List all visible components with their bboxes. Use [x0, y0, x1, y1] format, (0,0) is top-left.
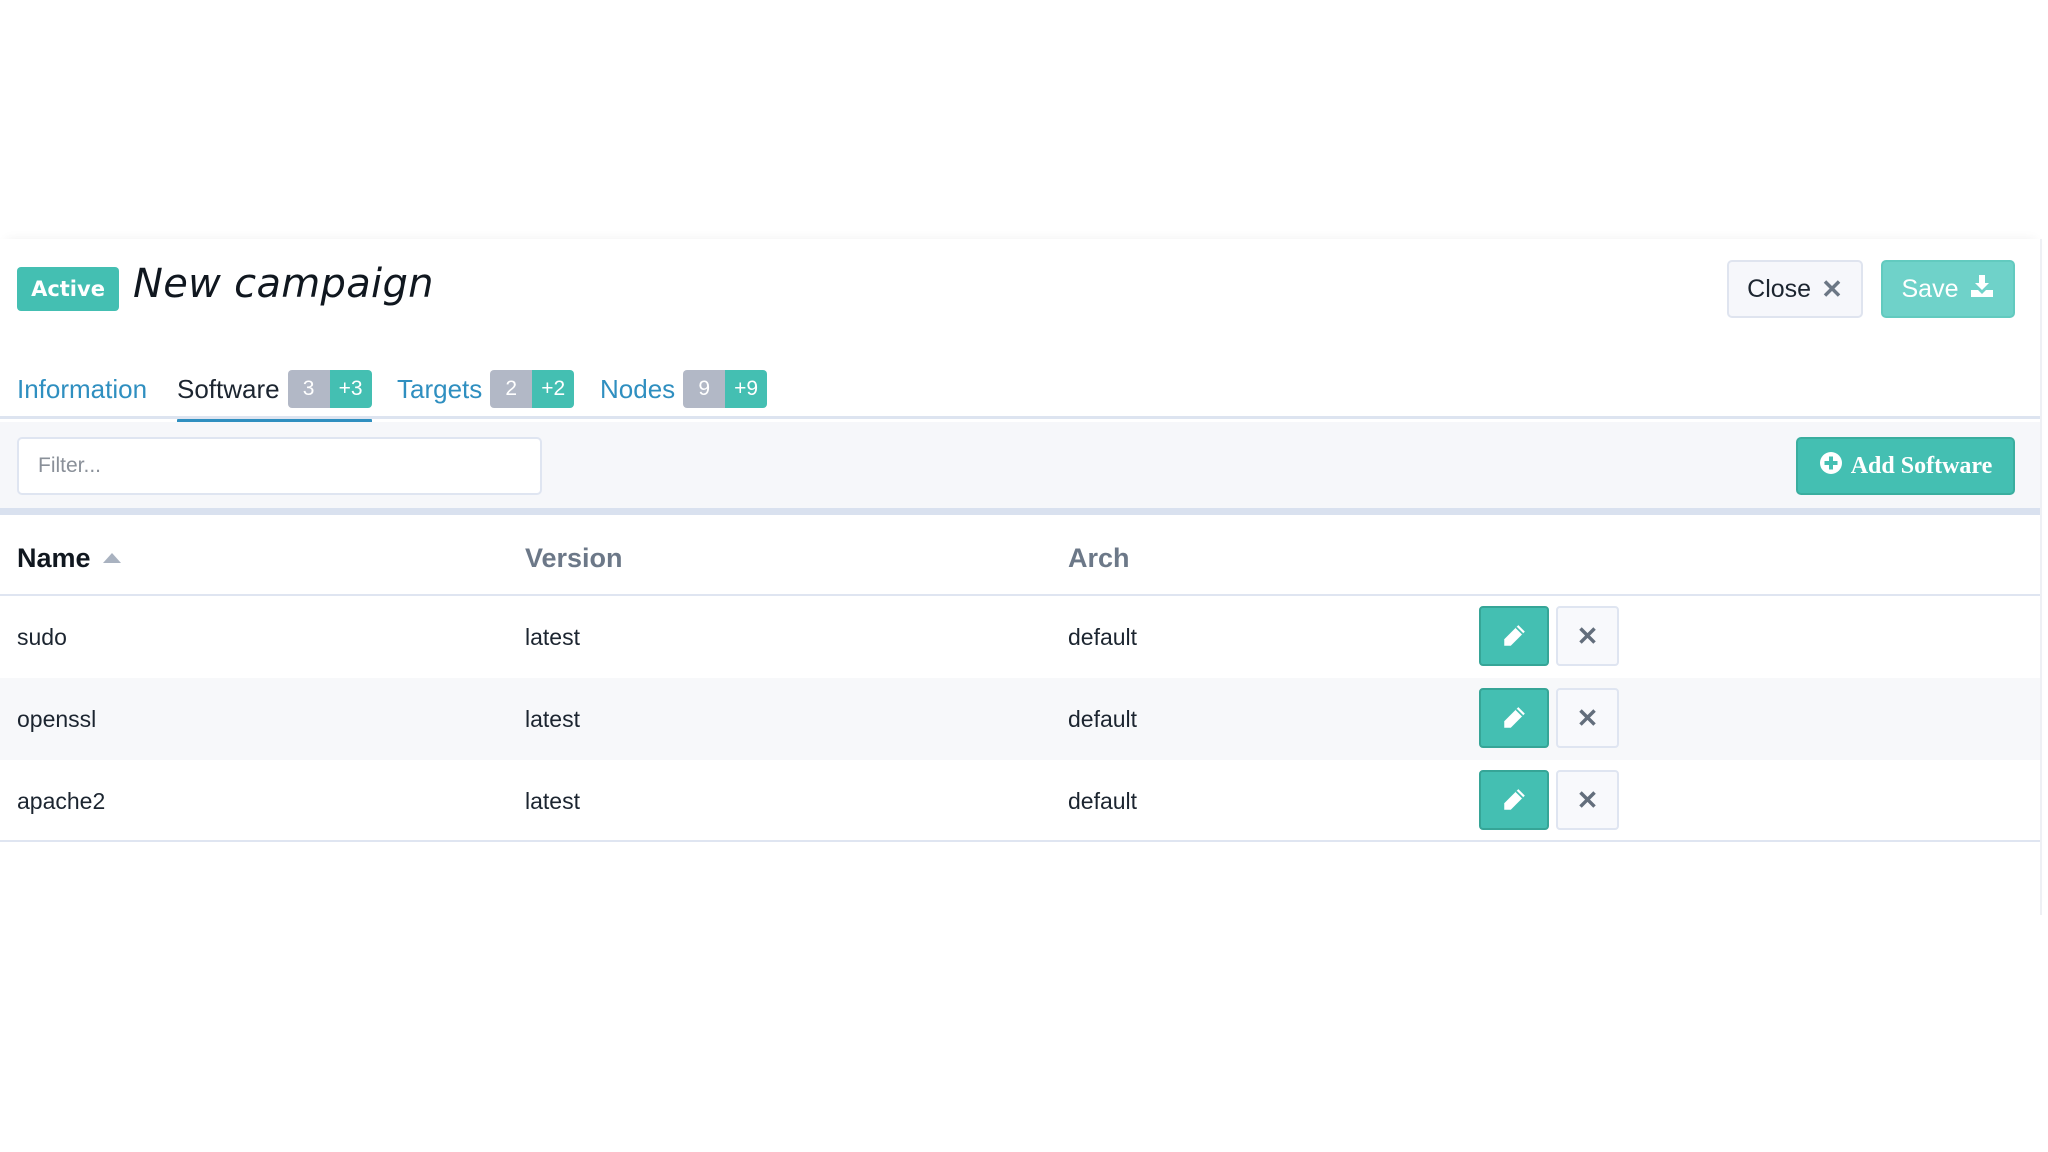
nodes-added-count: +9 [725, 370, 768, 408]
edit-button[interactable] [1479, 688, 1549, 748]
pencil-icon [1504, 625, 1525, 646]
add-software-label: Add Software [1850, 452, 1993, 479]
tab-software-label: Software [177, 373, 280, 404]
tab-bar: Information Software 3 +3 Targets 2 +2 N… [0, 359, 2040, 424]
edit-button[interactable] [1479, 770, 1549, 830]
table-header: Name Version Arch [0, 520, 2040, 596]
table-row: openssl latest default ✕ [0, 678, 2040, 760]
filter-input[interactable] [17, 437, 542, 495]
cell-name: sudo [17, 623, 67, 650]
pencil-icon [1504, 789, 1525, 810]
targets-added-count: +2 [532, 370, 575, 408]
targets-count: 2 [490, 370, 533, 408]
close-icon: ✕ [1576, 784, 1599, 815]
cell-version: latest [525, 787, 580, 814]
tab-nodes-label: Nodes [600, 373, 676, 404]
row-actions: ✕ [1479, 688, 1619, 748]
software-table: Name Version Arch sudo latest default ✕ … [0, 520, 2040, 842]
remove-button[interactable]: ✕ [1556, 606, 1619, 666]
tab-nodes[interactable]: Nodes 9 +9 [600, 359, 768, 419]
table-row: apache2 latest default ✕ [0, 760, 2040, 842]
close-icon: ✕ [1576, 620, 1599, 651]
remove-button[interactable]: ✕ [1556, 688, 1619, 748]
remove-button[interactable]: ✕ [1556, 770, 1619, 830]
cell-version: latest [525, 623, 580, 650]
table-row: sudo latest default ✕ [0, 596, 2040, 678]
download-icon [1970, 274, 1994, 305]
save-button[interactable]: Save [1881, 260, 2015, 318]
save-button-label: Save [1901, 274, 1959, 303]
cell-version: latest [525, 705, 580, 732]
nodes-count-badge: 9 +9 [683, 370, 768, 408]
software-count-badge: 3 +3 [287, 370, 372, 408]
cell-arch: default [1068, 705, 1138, 732]
cell-arch: default [1068, 787, 1138, 814]
pencil-icon [1504, 707, 1525, 728]
tab-targets-label: Targets [397, 373, 483, 404]
page-title: New campaign [133, 261, 434, 307]
close-button-label: Close [1747, 274, 1812, 303]
cell-arch: default [1068, 623, 1138, 650]
software-count: 3 [287, 370, 330, 408]
column-name-label: Name [17, 542, 91, 573]
plus-circle-icon [1819, 451, 1843, 482]
close-button[interactable]: Close ✕ [1727, 260, 1863, 318]
software-added-count: +3 [329, 370, 372, 408]
row-actions: ✕ [1479, 606, 1619, 666]
tab-targets[interactable]: Targets 2 +2 [397, 359, 575, 419]
targets-count-badge: 2 +2 [490, 370, 575, 408]
nodes-count: 9 [683, 370, 726, 408]
cell-name: apache2 [17, 787, 106, 814]
tab-information[interactable]: Information [17, 359, 147, 419]
tab-software[interactable]: Software 3 +3 [177, 359, 372, 424]
filter-bar: Add Software [0, 422, 2040, 515]
status-badge: Active [17, 267, 119, 311]
edit-button[interactable] [1479, 606, 1549, 666]
close-icon: ✕ [1821, 273, 1843, 304]
close-icon: ✕ [1576, 702, 1599, 733]
add-software-button[interactable]: Add Software [1796, 437, 2015, 495]
campaign-panel: Active New campaign Close ✕ Save Informa… [0, 239, 2042, 915]
column-header-version[interactable]: Version [525, 520, 623, 596]
column-header-arch[interactable]: Arch [1068, 520, 1130, 596]
tab-information-label: Information [17, 373, 148, 404]
row-actions: ✕ [1479, 770, 1619, 830]
column-header-name[interactable]: Name [17, 520, 121, 596]
sort-ascending-icon [102, 553, 121, 563]
cell-name: openssl [17, 705, 97, 732]
